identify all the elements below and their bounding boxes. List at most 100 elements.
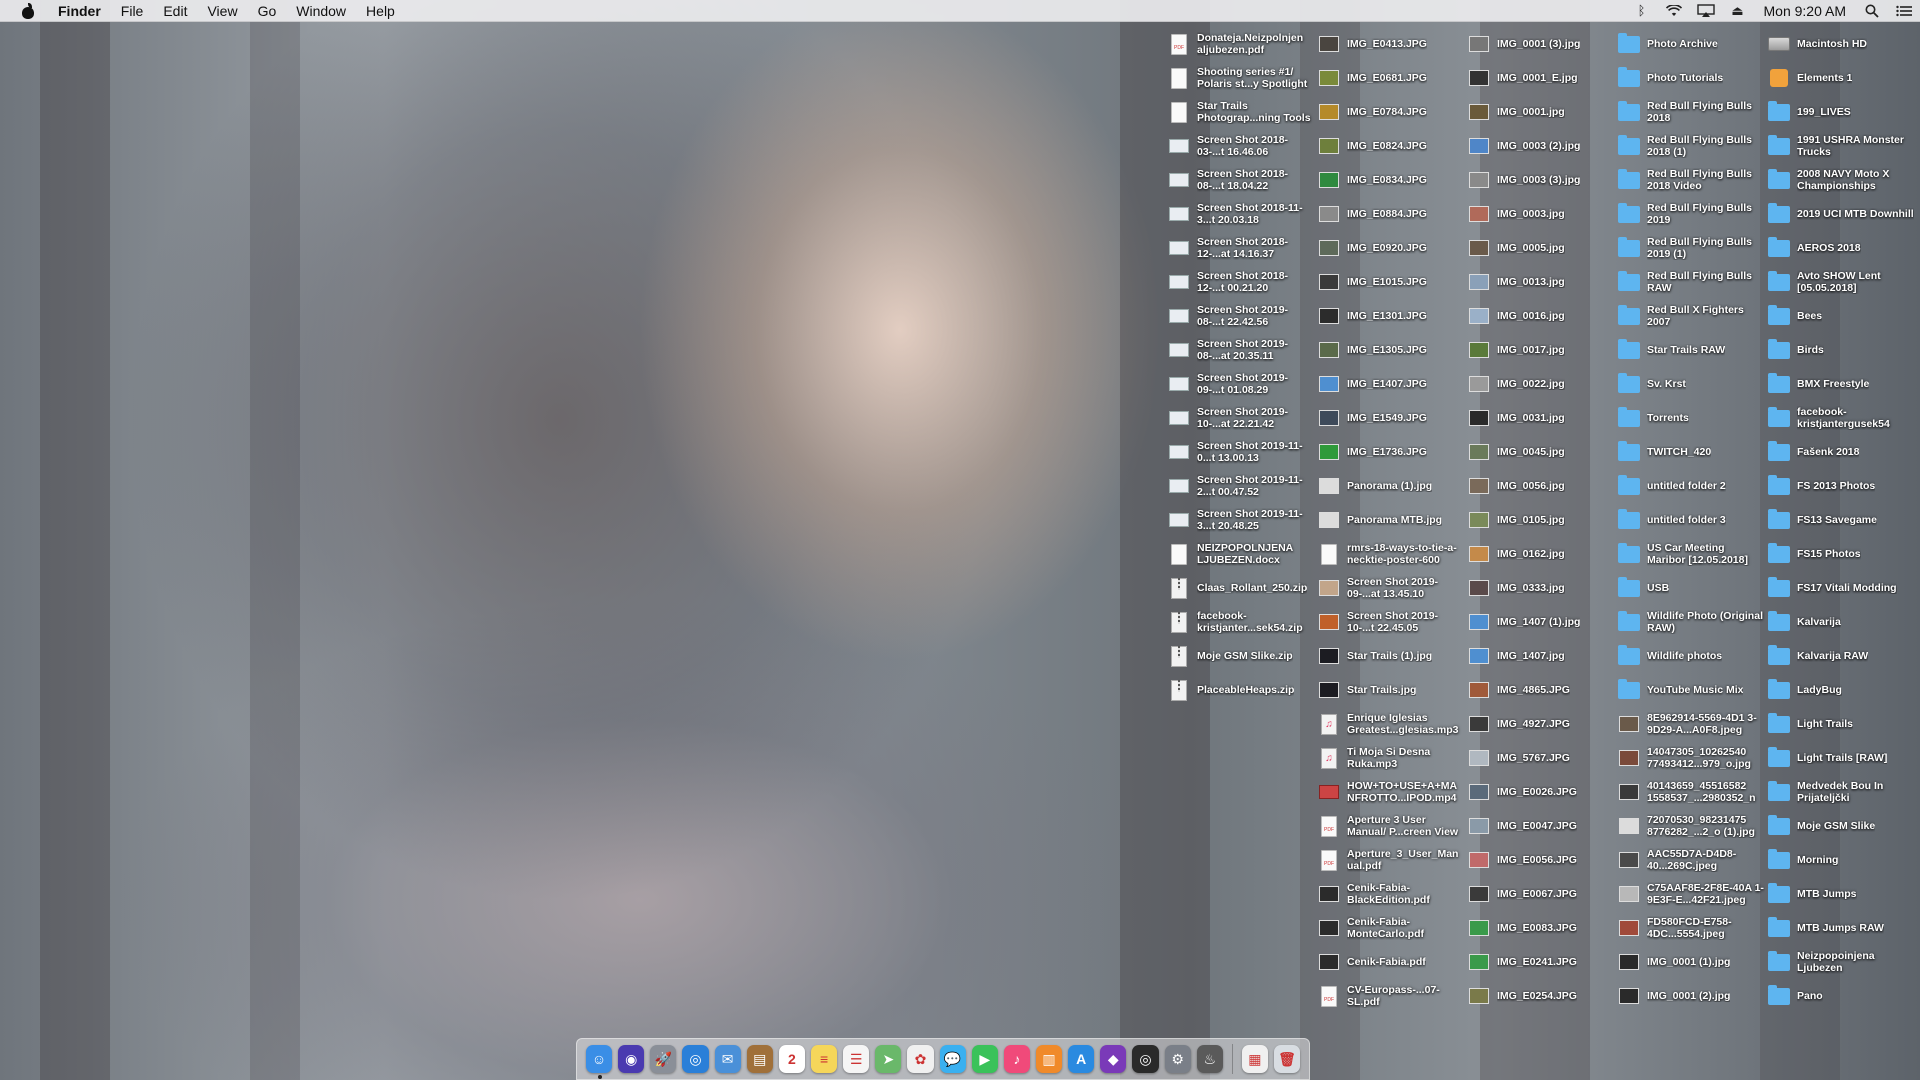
desktop-item[interactable]: Light Trails [RAW]	[1768, 742, 1916, 774]
desktop-item[interactable]: IMG_E0026.JPG	[1468, 776, 1616, 808]
desktop-item[interactable]: IMG_1407.jpg	[1468, 640, 1616, 672]
desktop-item[interactable]: IMG_E0254.JPG	[1468, 980, 1616, 1012]
desktop-item[interactable]: Red Bull Flying Bulls RAW	[1618, 266, 1766, 298]
desktop-item[interactable]: facebook-kristjanter...sek54.zip	[1168, 606, 1316, 638]
desktop-item[interactable]: Screen Shot 2018-08-...t 18.04.22	[1168, 164, 1316, 196]
desktop-item[interactable]: Red Bull Flying Bulls 2019 (1)	[1618, 232, 1766, 264]
desktop-item[interactable]: Star Trails (1).jpg	[1318, 640, 1466, 672]
desktop-item[interactable]: 2008 NAVY Moto X Championships	[1768, 164, 1916, 196]
desktop-item[interactable]: IMG_0333.jpg	[1468, 572, 1616, 604]
desktop-item[interactable]: IMG_0022.jpg	[1468, 368, 1616, 400]
desktop-item[interactable]: Kalvarija RAW	[1768, 640, 1916, 672]
notefile-icon[interactable]: ▤	[746, 1045, 773, 1073]
desktop-item[interactable]: IMG_E1015.JPG	[1318, 266, 1466, 298]
desktop-item[interactable]: Screen Shot 2019-11-0...t 13.00.13	[1168, 436, 1316, 468]
desktop-item[interactable]: IMG_0017.jpg	[1468, 334, 1616, 366]
desktop-item[interactable]: Screen Shot 2019-10-...at 22.21.42	[1168, 402, 1316, 434]
desktop-item[interactable]: Bees	[1768, 300, 1916, 332]
desktop-item[interactable]: IMG_E1549.JPG	[1318, 402, 1466, 434]
desktop-item[interactable]: 40143659_45516582 1558537_...2980352_n	[1618, 776, 1766, 808]
desktop-item[interactable]: IMG_E0834.JPG	[1318, 164, 1466, 196]
desktop-item[interactable]: Morning	[1768, 844, 1916, 876]
desktop-item[interactable]: 1991 USHRA Monster Trucks	[1768, 130, 1916, 162]
desktop-item[interactable]: Birds	[1768, 334, 1916, 366]
desktop-item[interactable]: IMG_E1736.JPG	[1318, 436, 1466, 468]
photos-icon[interactable]: ✿	[907, 1045, 934, 1073]
desktop-item[interactable]: IMG_E0067.JPG	[1468, 878, 1616, 910]
desktop-item[interactable]: IMG_0003 (2).jpg	[1468, 130, 1616, 162]
desktop-item[interactable]: Wildlife Photo (Original RAW)	[1618, 606, 1766, 638]
documents-stack-icon[interactable]: ▦	[1241, 1045, 1268, 1073]
desktop-item[interactable]: LadyBug	[1768, 674, 1916, 706]
desktop-item[interactable]: C75AAF8E-2F8E-40A 1-9E3F-E...42F21.jpeg	[1618, 878, 1766, 910]
desktop-item[interactable]: FS15 Photos	[1768, 538, 1916, 570]
desktop-item[interactable]: Wildlife photos	[1618, 640, 1766, 672]
desktop-item[interactable]: AEROS 2018	[1768, 232, 1916, 264]
desktop-item[interactable]: IMG_E0056.JPG	[1468, 844, 1616, 876]
desktop-item[interactable]: Star Trails RAW	[1618, 334, 1766, 366]
desktop-item[interactable]: Red Bull Flying Bulls 2019	[1618, 198, 1766, 230]
desktop-item[interactable]: Kalvarija	[1768, 606, 1916, 638]
desktop-item[interactable]: IMG_0162.jpg	[1468, 538, 1616, 570]
desktop-item[interactable]: NEIZPOPOLNJENA LJUBEZEN.docx	[1168, 538, 1316, 570]
desktop-item[interactable]: IMG_E0884.JPG	[1318, 198, 1466, 230]
desktop-item[interactable]: 14047305_10262540 77493412...979_o.jpg	[1618, 742, 1766, 774]
activity-monitor-icon[interactable]: ♨	[1196, 1045, 1223, 1073]
itunes-icon[interactable]: ♪	[1003, 1045, 1030, 1073]
desktop-item[interactable]: Cenik-Fabia-BlackEdition.pdf	[1318, 878, 1466, 910]
desktop-item[interactable]: Claas_Rollant_250.zip	[1168, 572, 1316, 604]
desktop-item[interactable]: FS13 Savegame	[1768, 504, 1916, 536]
system-preferences-icon[interactable]: ⚙	[1164, 1045, 1191, 1073]
desktop-item[interactable]: Star Trails.jpg	[1318, 674, 1466, 706]
desktop-item[interactable]: Macintosh HD	[1768, 28, 1916, 60]
desktop-item[interactable]: Screen Shot 2018-12-...t 00.21.20	[1168, 266, 1316, 298]
desktop-item[interactable]: Red Bull Flying Bulls 2018 Video	[1618, 164, 1766, 196]
reminders-icon[interactable]: ☰	[843, 1045, 870, 1073]
desktop-item[interactable]: IMG_1407 (1).jpg	[1468, 606, 1616, 638]
desktop-item[interactable]: IMG_0105.jpg	[1468, 504, 1616, 536]
desktop-item[interactable]: IMG_0013.jpg	[1468, 266, 1616, 298]
desktop-item[interactable]: Red Bull X Fighters 2007	[1618, 300, 1766, 332]
desktop-item[interactable]: 72070530_98231475 8776282_...2_o (1).jpg	[1618, 810, 1766, 842]
desktop-item[interactable]: IMG_0005.jpg	[1468, 232, 1616, 264]
desktop-item[interactable]: TWITCH_420	[1618, 436, 1766, 468]
desktop-item[interactable]: Moje GSM Slike.zip	[1168, 640, 1316, 672]
desktop-item[interactable]: IMG_0045.jpg	[1468, 436, 1616, 468]
desktop-item[interactable]: 8E962914-5569-4D1 3-9D29-A...A0F8.jpeg	[1618, 708, 1766, 740]
desktop-item[interactable]: Screen Shot 2019-09-...t 01.08.29	[1168, 368, 1316, 400]
desktop-item[interactable]: Photo Archive	[1618, 28, 1766, 60]
maps-icon[interactable]: ➤	[875, 1045, 902, 1073]
desktop-item[interactable]: IMG_E0824.JPG	[1318, 130, 1466, 162]
desktop-item[interactable]: Moje GSM Slike	[1768, 810, 1916, 842]
desktop-item[interactable]: IMG_E0241.JPG	[1468, 946, 1616, 978]
desktop-item[interactable]: FS 2013 Photos	[1768, 470, 1916, 502]
desktop-item[interactable]: facebook-kristjantergusek54	[1768, 402, 1916, 434]
desktop-item[interactable]: IMG_0016.jpg	[1468, 300, 1616, 332]
notes-icon[interactable]: ≡	[810, 1045, 838, 1073]
desktop-item[interactable]: Red Bull Flying Bulls 2018 (1)	[1618, 130, 1766, 162]
desktop-item[interactable]: 199_LIVES	[1768, 96, 1916, 128]
desktop-item[interactable]: Elements 1	[1768, 62, 1916, 94]
desktop-item[interactable]: Screen Shot 2019-09-...at 13.45.10	[1318, 572, 1466, 604]
desktop-item[interactable]: Screen Shot 2019-08-...t 22.42.56	[1168, 300, 1316, 332]
facetime-icon[interactable]: ▶	[971, 1045, 998, 1073]
desktop-item[interactable]: IMG_E1305.JPG	[1318, 334, 1466, 366]
desktop-item[interactable]: IMG_E0681.JPG	[1318, 62, 1466, 94]
desktop-item[interactable]: BMX Freestyle	[1768, 368, 1916, 400]
desktop-item[interactable]: FD580FCD-E758-4DC...5554.jpeg	[1618, 912, 1766, 944]
siri-icon[interactable]: ◉	[618, 1045, 645, 1073]
desktop-item[interactable]: untitled folder 3	[1618, 504, 1766, 536]
desktop-item[interactable]: IMG_0001 (1).jpg	[1618, 946, 1766, 978]
desktop-item[interactable]: ♫ Ti Moja Si Desna Ruka.mp3	[1318, 742, 1466, 774]
desktop-item[interactable]: Screen Shot 2018-12-...at 14.16.37	[1168, 232, 1316, 264]
desktop-item[interactable]: rmrs-18-ways-to-tie-a-necktie-poster-600	[1318, 538, 1466, 570]
books-icon[interactable]: ▥	[1035, 1045, 1063, 1073]
desktop-item[interactable]: IMG_5767.JPG	[1468, 742, 1616, 774]
affinity-photo-icon[interactable]: ◆	[1100, 1045, 1127, 1073]
desktop-item[interactable]: Neizpopoinjena Ljubezen	[1768, 946, 1916, 978]
calendar-icon[interactable]: 2	[778, 1045, 805, 1073]
desktop-item[interactable]: MTB Jumps RAW	[1768, 912, 1916, 944]
desktop-item[interactable]: Screen Shot 2018-11-3...t 20.03.18	[1168, 198, 1316, 230]
desktop-item[interactable]: Aperture_3_User_Man ual.pdf	[1318, 844, 1466, 876]
desktop-item[interactable]: IMG_0003 (3).jpg	[1468, 164, 1616, 196]
